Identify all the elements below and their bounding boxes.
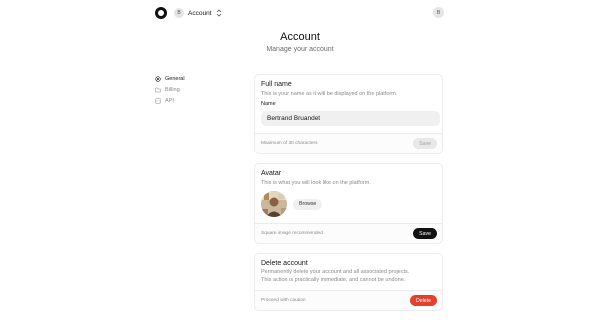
card-description: Permanently delete your account and all …	[261, 269, 410, 275]
card-footer: Maximum of 30 characters Save	[255, 133, 442, 153]
folder-icon	[155, 87, 161, 92]
user-avatar[interactable]: B	[433, 7, 444, 18]
settings-sidebar: General Billing API	[155, 73, 235, 106]
delete-account-button[interactable]: Delete	[410, 295, 437, 306]
card-description: This is your name as it will be displaye…	[261, 91, 398, 97]
code-icon	[155, 98, 161, 103]
full-name-card: Full name This is your name as it will b…	[254, 74, 443, 154]
account-avatar: B	[174, 8, 184, 18]
card-title: Full name	[261, 81, 292, 88]
image-hint-note: Square image recommended	[261, 231, 323, 236]
browse-button[interactable]: Browse	[293, 198, 323, 210]
save-avatar-button[interactable]: Save	[413, 228, 437, 239]
logo-icon[interactable]	[155, 7, 167, 19]
name-input[interactable]	[261, 111, 440, 126]
sidebar-item-general[interactable]: General	[155, 73, 235, 84]
page-title: Account	[280, 31, 320, 43]
card-description: This is what you will look like on the p…	[261, 180, 371, 186]
sidebar-item-api[interactable]: API	[155, 95, 235, 106]
character-limit-note: Maximum of 30 characters	[261, 141, 318, 146]
delete-account-card: Delete account Permanently delete your a…	[254, 253, 443, 311]
save-name-button[interactable]: Save	[413, 138, 437, 149]
account-switcher[interactable]: B Account	[174, 6, 222, 20]
sidebar-item-label: Billing	[165, 86, 180, 93]
gear-icon	[155, 75, 161, 82]
card-footer: Square image recommended Save	[255, 223, 442, 243]
profile-photo[interactable]	[261, 191, 287, 217]
card-title: Avatar	[261, 170, 282, 177]
caution-note: Proceed with caution	[261, 298, 306, 303]
sidebar-item-label: General	[165, 75, 185, 82]
card-title: Delete account	[261, 260, 308, 267]
sidebar-item-billing[interactable]: Billing	[155, 84, 235, 95]
card-description: This action is practically immediate, an…	[261, 277, 406, 283]
card-footer: Proceed with caution Delete	[255, 290, 442, 310]
name-field-label: Name	[261, 101, 276, 107]
sidebar-item-label: API	[165, 97, 174, 104]
top-bar: B Account B	[0, 0, 600, 26]
account-switcher-label: Account	[188, 9, 212, 17]
page-subtitle: Manage your account	[266, 46, 334, 53]
chevron-up-down-icon	[216, 9, 221, 17]
avatar-card: Avatar This is what you will look like o…	[254, 163, 443, 244]
